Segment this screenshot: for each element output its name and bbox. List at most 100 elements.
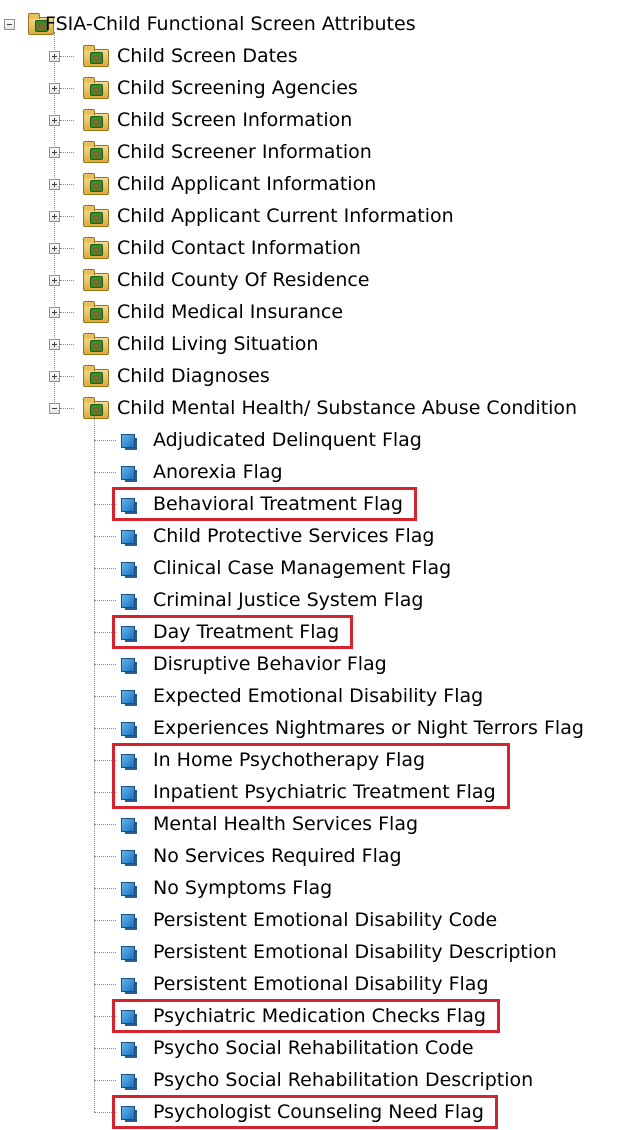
tree-leaf-attribute[interactable]: Experiences Nightmares or Night Terrors … [0, 712, 640, 744]
expand-plus-icon[interactable] [49, 371, 60, 382]
tree-branch-line [94, 440, 116, 441]
attribute-icon [121, 626, 137, 642]
folder-attribute-icon [83, 141, 109, 163]
tree-node-label: Experiences Nightmares or Night Terrors … [153, 717, 584, 739]
tree-node-label: Psycho Social Rehabilitation Code [153, 1037, 474, 1059]
tree-node-label: Inpatient Psychiatric Treatment Flag [153, 781, 496, 803]
tree-node-folder[interactable]: Child Screen Dates [0, 40, 640, 72]
folder-attribute-icon [83, 397, 109, 419]
tree-node-root[interactable]: FSIA-Child Functional Screen Attributes [0, 8, 640, 40]
tree-leaf-attribute[interactable]: Criminal Justice System Flag [0, 584, 640, 616]
expand-plus-icon[interactable] [49, 179, 60, 190]
tree-leaf-attribute[interactable]: Anorexia Flag [0, 456, 640, 488]
tree-node-label: Child Applicant Current Information [117, 205, 454, 227]
attribute-icon [121, 722, 137, 738]
expand-plus-icon[interactable] [49, 115, 60, 126]
tree-node-label: Mental Health Services Flag [153, 813, 419, 835]
tree-branch-line [94, 472, 116, 473]
tree-branch-line [94, 664, 116, 665]
folder-attribute-icon [83, 333, 109, 355]
tree-node-label: Anorexia Flag [153, 461, 283, 483]
tree-leaf-attribute[interactable]: No Symptoms Flag [0, 872, 640, 904]
tree-leaf-attribute[interactable]: Clinical Case Management Flag [0, 552, 640, 584]
tree-branch-line [94, 1112, 116, 1113]
tree-node-label: Child Contact Information [117, 237, 361, 259]
tree-leaf-attribute[interactable]: Day Treatment Flag [0, 616, 640, 648]
tree-leaf-attribute[interactable]: Behavioral Treatment Flag [0, 488, 640, 520]
attribute-icon [121, 1074, 137, 1090]
tree-branch-line [94, 1080, 116, 1081]
tree-node-folder[interactable]: Child Screening Agencies [0, 72, 640, 104]
tree-node-label: Adjudicated Delinquent Flag [153, 429, 422, 451]
tree-node-label: Persistent Emotional Disability Flag [153, 973, 489, 995]
tree-node-folder[interactable]: Child County Of Residence [0, 264, 640, 296]
tree-leaf-attribute[interactable]: In Home Psychotherapy Flag [0, 744, 640, 776]
tree-node-label: Persistent Emotional Disability Descript… [153, 941, 557, 963]
tree-leaf-attribute[interactable]: Persistent Emotional Disability Descript… [0, 936, 640, 968]
tree-branch-line [60, 344, 74, 345]
tree-branch-line [60, 280, 74, 281]
attribute-icon [121, 882, 137, 898]
tree-node-label: Child County Of Residence [117, 269, 370, 291]
tree-node-folder[interactable]: Child Screener Information [0, 136, 640, 168]
expand-plus-icon[interactable] [49, 339, 60, 350]
tree-node-label: In Home Psychotherapy Flag [153, 749, 426, 771]
tree-leaf-attribute[interactable]: Child Protective Services Flag [0, 520, 640, 552]
folder-attribute-icon [83, 173, 109, 195]
tree-node-label: Persistent Emotional Disability Code [153, 909, 498, 931]
attribute-icon [121, 946, 137, 962]
tree-branch-line [60, 120, 74, 121]
tree-branch-line [60, 376, 74, 377]
attribute-icon [121, 562, 137, 578]
expand-plus-icon[interactable] [49, 243, 60, 254]
tree-branch-line [60, 216, 74, 217]
collapse-minus-icon[interactable] [49, 403, 60, 414]
collapse-minus-icon[interactable] [4, 19, 15, 30]
tree-node-label: Clinical Case Management Flag [153, 557, 452, 579]
tree-node-folder[interactable]: Child Contact Information [0, 232, 640, 264]
tree-branch-line [94, 568, 116, 569]
tree-leaf-attribute[interactable]: Persistent Emotional Disability Flag [0, 968, 640, 1000]
tree-leaf-attribute[interactable]: Psycho Social Rehabilitation Description [0, 1064, 640, 1096]
attribute-icon [121, 1042, 137, 1058]
expand-plus-icon[interactable] [49, 147, 60, 158]
folder-attribute-icon [83, 77, 109, 99]
tree-node-folder[interactable]: Child Diagnoses [0, 360, 640, 392]
tree-node-label: Psychologist Counseling Need Flag [153, 1101, 484, 1123]
tree-node-label: FSIA-Child Functional Screen Attributes [45, 13, 416, 35]
tree-leaf-attribute[interactable]: Adjudicated Delinquent Flag [0, 424, 640, 456]
tree-leaf-attribute[interactable]: Psychologist Counseling Need Flag [0, 1096, 640, 1128]
tree-node-label: Child Screen Information [117, 109, 353, 131]
tree-leaf-attribute[interactable]: Mental Health Services Flag [0, 808, 640, 840]
tree-branch-line [94, 1016, 116, 1017]
expand-plus-icon[interactable] [49, 275, 60, 286]
tree-node-folder[interactable]: Child Mental Health/ Substance Abuse Con… [0, 392, 640, 424]
tree-node-folder[interactable]: Child Screen Information [0, 104, 640, 136]
tree-leaf-attribute[interactable]: Persistent Emotional Disability Code [0, 904, 640, 936]
tree-branch-line [94, 952, 116, 953]
tree-node-label: Child Protective Services Flag [153, 525, 435, 547]
tree-leaf-attribute[interactable]: Psycho Social Rehabilitation Code [0, 1032, 640, 1064]
expand-plus-icon[interactable] [49, 83, 60, 94]
tree-branch-line [94, 728, 116, 729]
tree-leaf-attribute[interactable]: No Services Required Flag [0, 840, 640, 872]
expand-plus-icon[interactable] [49, 211, 60, 222]
expand-plus-icon[interactable] [49, 307, 60, 318]
tree-branch-line [94, 856, 116, 857]
attribute-icon [121, 658, 137, 674]
tree-node-folder[interactable]: Child Living Situation [0, 328, 640, 360]
tree-leaf-attribute[interactable]: Inpatient Psychiatric Treatment Flag [0, 776, 640, 808]
tree-leaf-attribute[interactable]: Disruptive Behavior Flag [0, 648, 640, 680]
tree-node-folder[interactable]: Child Medical Insurance [0, 296, 640, 328]
tree-node-label: Psychiatric Medication Checks Flag [153, 1005, 486, 1027]
attribute-icon [121, 530, 137, 546]
expand-plus-icon[interactable] [49, 51, 60, 62]
tree-node-folder[interactable]: Child Applicant Current Information [0, 200, 640, 232]
tree-node-folder[interactable]: Child Applicant Information [0, 168, 640, 200]
tree-leaf-attribute[interactable]: Expected Emotional Disability Flag [0, 680, 640, 712]
tree-node-label: Day Treatment Flag [153, 621, 340, 643]
attribute-icon [121, 594, 137, 610]
tree-leaf-attribute[interactable]: Psychiatric Medication Checks Flag [0, 1000, 640, 1032]
tree-node-label: No Services Required Flag [153, 845, 402, 867]
folder-attribute-icon [83, 45, 109, 67]
